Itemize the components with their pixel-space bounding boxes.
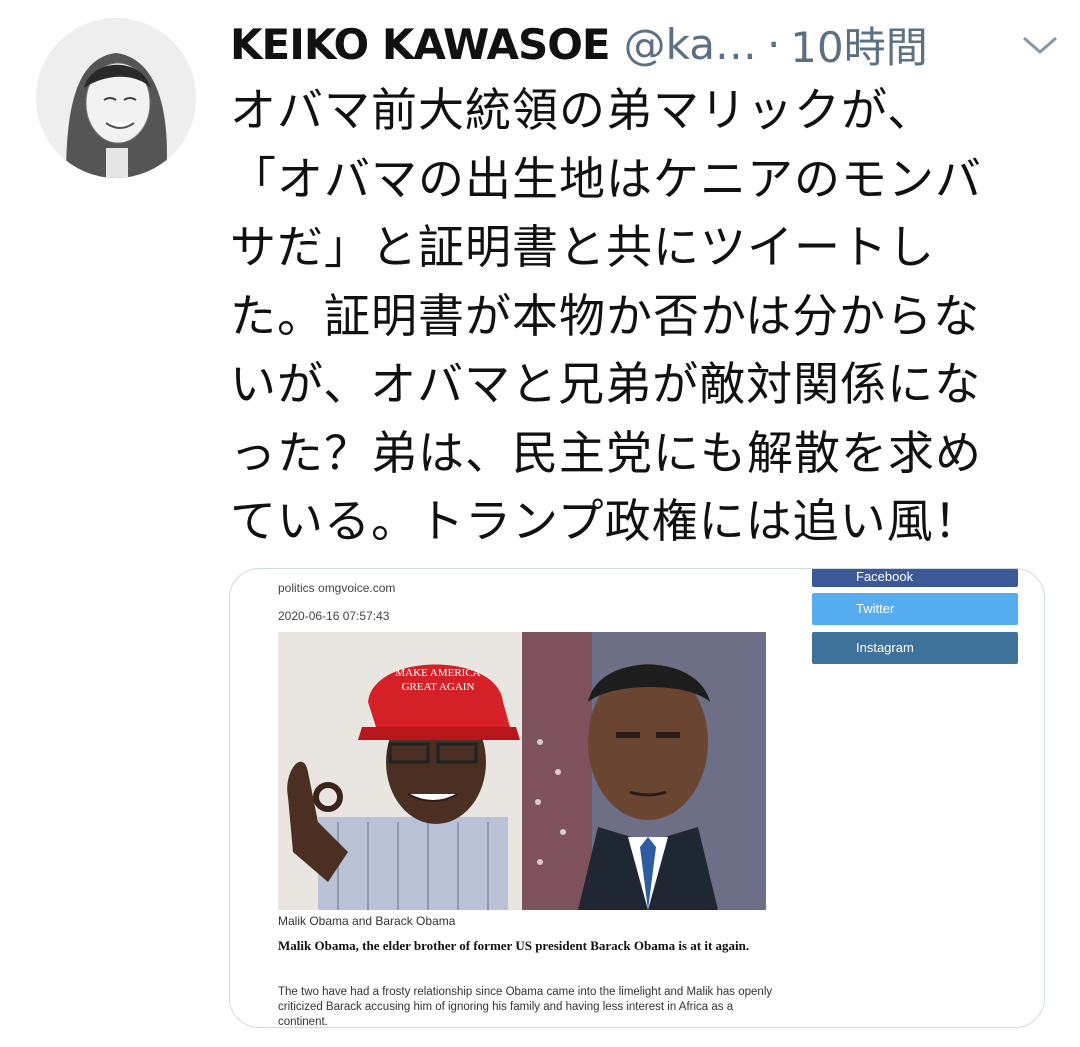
media-card[interactable]: politics omgvoice.com 2020-06-16 07:57:4… — [229, 568, 1045, 1028]
instagram-share-button: Instagram — [812, 632, 1018, 664]
photo-caption: Malik Obama and Barack Obama — [278, 914, 456, 928]
tweet-text-line: オバマ前大統領の弟マリックが、 — [230, 83, 935, 137]
tweet-text-line: った？弟は、民主党にも解散を求め — [230, 425, 982, 480]
article-lead: Malik Obama, the elder brother of former… — [278, 938, 750, 953]
hat-text: MAKE AMERICA — [395, 667, 480, 679]
avatar[interactable] — [36, 18, 196, 178]
hat-text: GREAT AGAIN — [402, 681, 475, 693]
tweet-text: オバマ前大統領の弟マリックが、 「オバマの出生地はケニアのモンバ サだ」と証明書… — [230, 76, 1050, 556]
chevron-down-icon[interactable] — [1020, 30, 1060, 60]
article-body: The two have had a frosty relationship s… — [278, 986, 773, 1028]
article-date: 2020-06-16 07:57:43 — [278, 609, 390, 623]
twitter-share-button: Twitter — [812, 593, 1018, 625]
tweet-text-line: サだ」と証明書と共にツイートし — [230, 220, 935, 274]
article-photo: MAKE AMERICA GREAT AGAIN — [278, 632, 766, 910]
tweet-text-line: いが、オバマと兄弟が敵対関係にな — [230, 357, 982, 411]
facebook-share-button: Facebook — [812, 569, 1018, 587]
timestamp[interactable]: 10時間 — [790, 14, 927, 75]
tweet-text-line: ている。トランプ政権には追い風！ — [230, 494, 981, 548]
author-handle[interactable]: @ka… — [624, 20, 757, 69]
tweet-text-line: た。証明書が本物か否かは分からな — [230, 288, 981, 343]
separator: · — [766, 19, 781, 69]
tweet-text-line: 「オバマの出生地はケニアのモンバ — [230, 151, 982, 206]
tweet-header: KEIKO KAWASOE @ka… · 10時間 — [230, 12, 1060, 76]
author-name[interactable]: KEIKO KAWASOE — [230, 20, 611, 69]
article-site: politics omgvoice.com — [278, 581, 396, 595]
